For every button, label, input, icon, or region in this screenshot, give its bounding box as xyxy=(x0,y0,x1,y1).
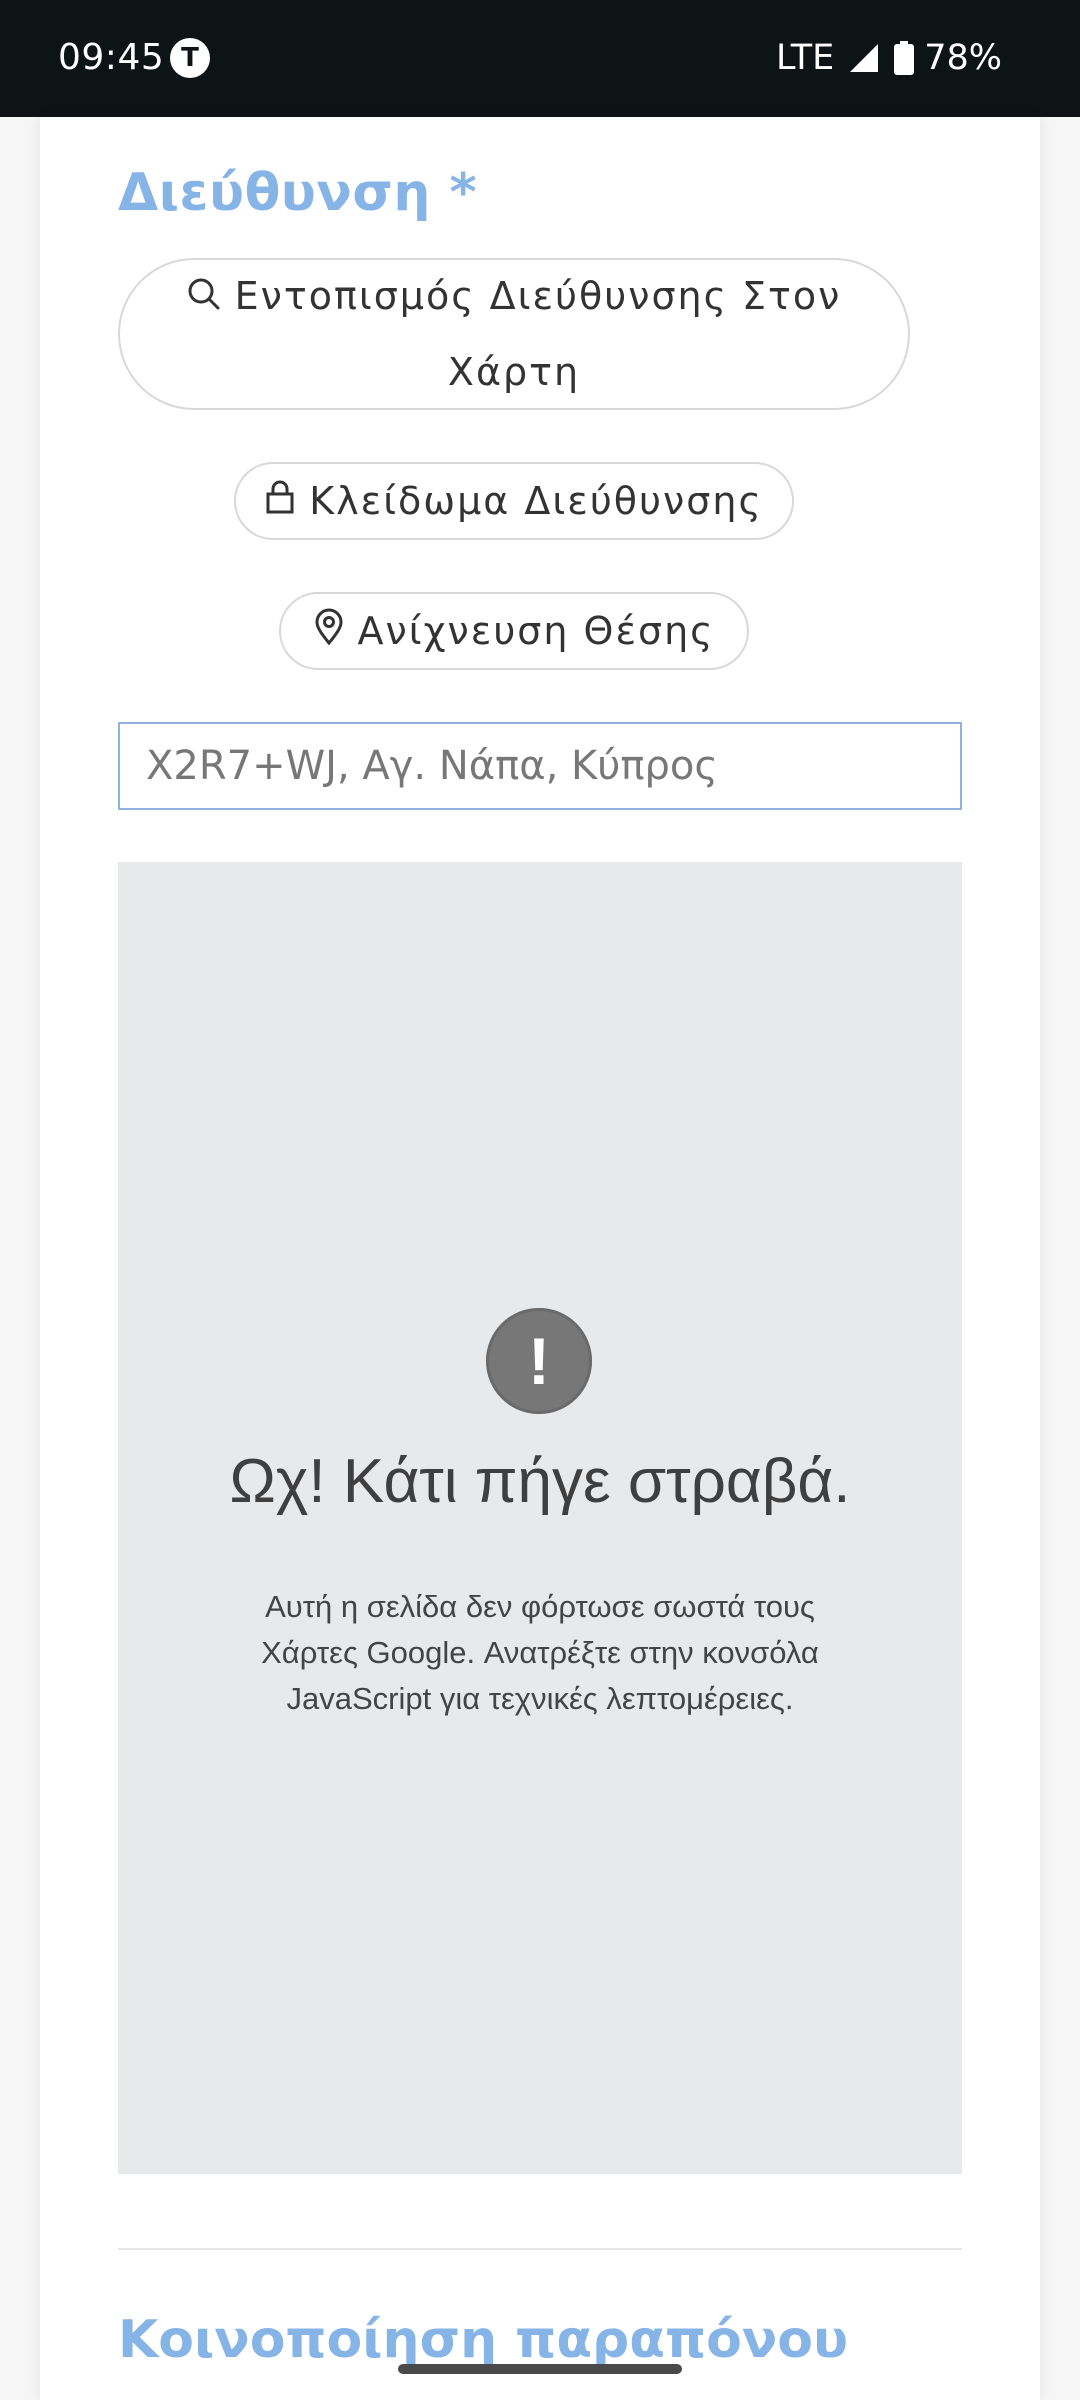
status-bar: 09:45 T LTE 78% xyxy=(0,0,1080,117)
lock-address-button[interactable]: Κλείδωμα Διεύθυνσης xyxy=(234,462,794,540)
status-indicators: LTE 78% xyxy=(776,34,1002,82)
network-type: LTE xyxy=(776,38,835,78)
battery-icon xyxy=(894,41,915,75)
map-panel[interactable]: ! Ωχ! Κάτι πήγε στραβά. Αυτή η σελίδα δε… xyxy=(118,862,962,2174)
map-error-description: Αυτή η σελίδα δεν φόρτωσε σωστά τους Χάρ… xyxy=(261,1589,819,1716)
address-input[interactable] xyxy=(118,722,962,810)
notification-app-icon: T xyxy=(170,38,210,78)
lock-icon xyxy=(265,479,295,524)
locate-address-on-map-button[interactable]: Εντοπισμός Διεύθυνσης Στον Χάρτη xyxy=(118,258,910,410)
exclamation-icon: ! xyxy=(486,1308,592,1414)
map-error-title: Ωχ! Κάτι πήγε στραβά. xyxy=(229,1447,851,1516)
signal-icon xyxy=(848,42,880,74)
lock-address-label: Κλείδωμα Διεύθυνσης xyxy=(309,479,763,523)
locate-address-on-map-label: Εντοπισμός Διεύθυνσης Στον Χάρτη xyxy=(234,273,842,395)
detect-location-label: Ανίχνευση Θέσης xyxy=(357,609,715,653)
status-time: 09:45 xyxy=(58,37,165,78)
detect-location-button[interactable]: Ανίχνευση Θέσης xyxy=(279,592,749,670)
gesture-navigation-bar[interactable] xyxy=(398,2364,682,2374)
battery-percent: 78% xyxy=(924,38,1002,78)
search-icon xyxy=(187,261,221,335)
location-pin-icon xyxy=(314,608,344,655)
address-label: Διεύθυνση * xyxy=(118,163,478,223)
section-divider xyxy=(118,2248,962,2250)
